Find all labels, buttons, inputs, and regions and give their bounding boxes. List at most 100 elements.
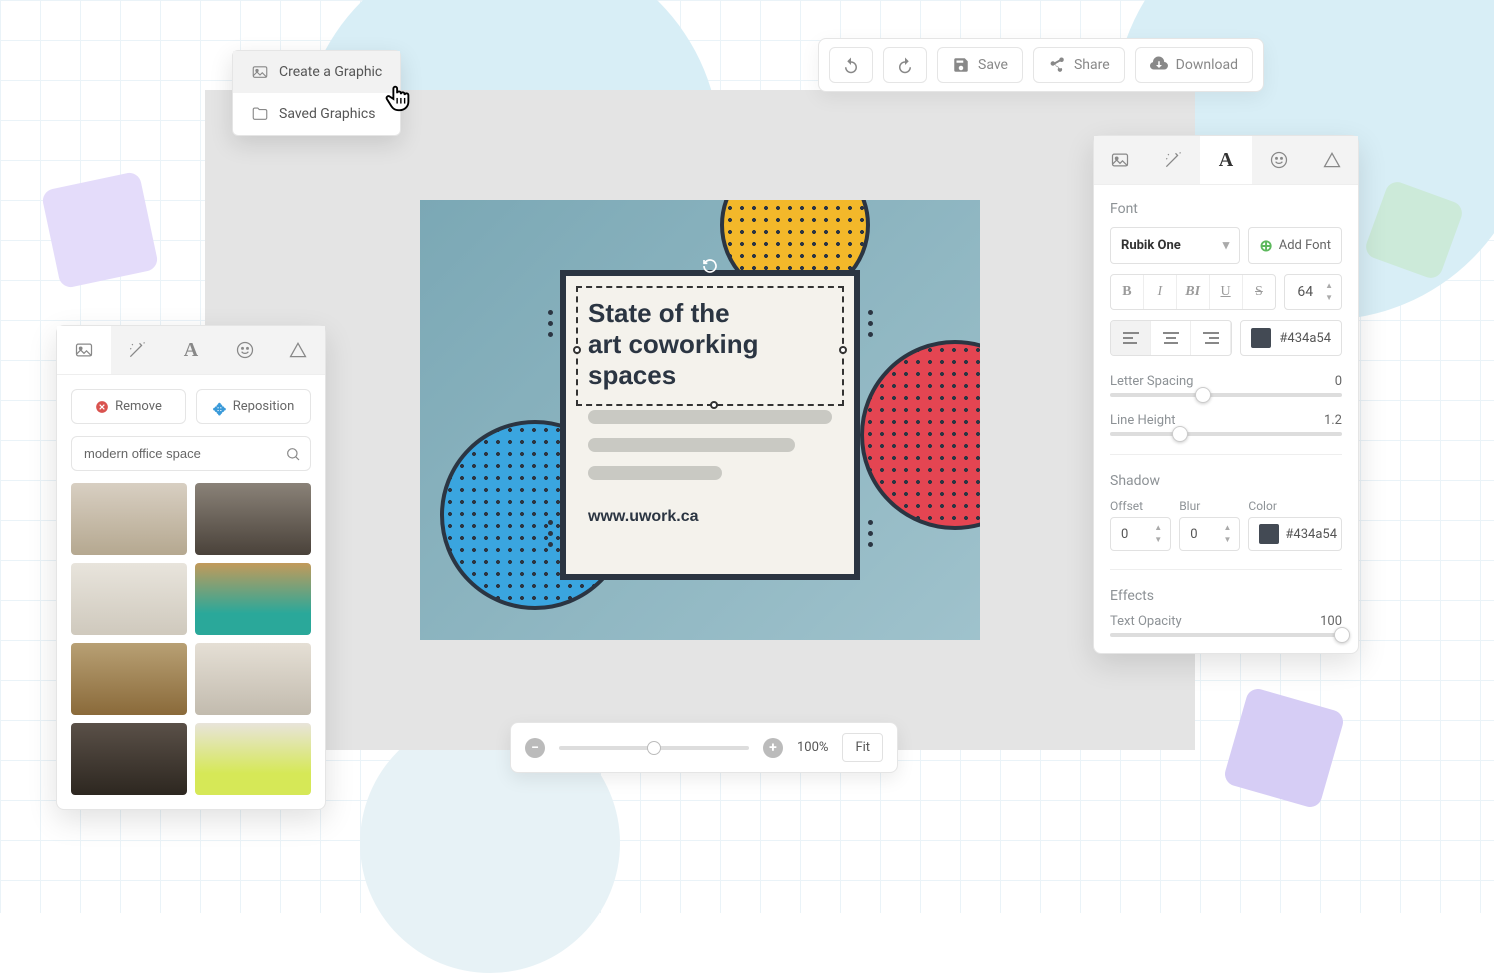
- underline-button[interactable]: U: [1210, 275, 1243, 309]
- letter-spacing-slider[interactable]: [1110, 393, 1342, 397]
- zoom-slider[interactable]: [559, 746, 749, 750]
- blur-label: Blur: [1179, 499, 1240, 513]
- reposition-button[interactable]: ✥ Reposition: [196, 389, 311, 424]
- undo-button[interactable]: [829, 47, 873, 83]
- url-text[interactable]: www.uwork.ca: [588, 508, 832, 526]
- text-color-picker[interactable]: #434a54: [1240, 320, 1342, 356]
- menu-saved-graphics[interactable]: Saved Graphics: [233, 93, 400, 135]
- fit-button[interactable]: Fit: [842, 733, 883, 762]
- add-font-button[interactable]: ⊕ Add Font: [1248, 227, 1342, 264]
- text-align-group: [1110, 320, 1232, 356]
- tab-images[interactable]: [1094, 136, 1147, 184]
- effects-section-label: Effects: [1110, 588, 1342, 604]
- share-button[interactable]: Share: [1033, 47, 1125, 83]
- shape-circle-red[interactable]: [860, 340, 980, 530]
- drag-dots[interactable]: [548, 310, 553, 337]
- drag-dots[interactable]: [868, 310, 873, 337]
- tab-emoji[interactable]: [218, 326, 272, 374]
- shadow-color-picker[interactable]: #434a54: [1248, 517, 1342, 551]
- smile-icon: [1269, 150, 1289, 170]
- step-down[interactable]: ▼: [1219, 534, 1235, 546]
- image-icon: [251, 63, 269, 81]
- zoom-out-button[interactable]: −: [525, 738, 545, 758]
- download-icon: [1150, 56, 1168, 74]
- right-panel: A Font Rubik One ▾ ⊕ Add Font B I BI U: [1093, 135, 1359, 654]
- image-thumb[interactable]: [195, 643, 311, 715]
- tab-text[interactable]: A: [1200, 136, 1253, 184]
- rotate-handle-icon[interactable]: [702, 258, 718, 274]
- tab-shapes[interactable]: [1305, 136, 1358, 184]
- image-grid: [71, 483, 311, 795]
- font-size-input[interactable]: 64 ▲▼: [1284, 274, 1342, 310]
- line-height-slider[interactable]: [1110, 432, 1342, 436]
- text-card[interactable]: State of the art coworking spaces www.uw…: [560, 270, 860, 580]
- image-thumb[interactable]: [195, 483, 311, 555]
- blur-input[interactable]: 0 ▲▼: [1179, 517, 1240, 551]
- plus-icon: ⊕: [1259, 236, 1272, 255]
- smile-icon: [235, 340, 255, 360]
- tab-text[interactable]: A: [164, 326, 218, 374]
- align-left-button[interactable]: [1111, 321, 1151, 355]
- graphics-menu: Create a Graphic Saved Graphics: [232, 50, 401, 136]
- chevron-down-icon: ▾: [1223, 238, 1230, 253]
- save-button[interactable]: Save: [937, 47, 1023, 83]
- opacity-slider[interactable]: [1110, 633, 1342, 637]
- drag-dots[interactable]: [868, 520, 873, 547]
- image-thumb[interactable]: [71, 563, 187, 635]
- image-thumb[interactable]: [195, 723, 311, 795]
- color-swatch: [1259, 524, 1279, 544]
- bold-italic-button[interactable]: BI: [1177, 275, 1210, 309]
- download-button[interactable]: Download: [1135, 47, 1253, 83]
- wand-icon: [127, 340, 147, 360]
- search-icon: [285, 446, 301, 462]
- image-icon: [74, 340, 94, 360]
- redo-button[interactable]: [883, 47, 927, 83]
- italic-button[interactable]: I: [1144, 275, 1177, 309]
- image-thumb[interactable]: [71, 723, 187, 795]
- wand-icon: [1163, 150, 1183, 170]
- step-up[interactable]: ▲: [1321, 280, 1337, 292]
- step-down[interactable]: ▼: [1321, 292, 1337, 304]
- offset-label: Offset: [1110, 499, 1171, 513]
- bold-button[interactable]: B: [1111, 275, 1144, 309]
- headline-text[interactable]: State of the art coworking spaces: [588, 298, 832, 392]
- strike-button[interactable]: S: [1243, 275, 1276, 309]
- left-panel-tabs: A: [57, 326, 325, 375]
- step-up[interactable]: ▲: [1150, 522, 1166, 534]
- align-right-button[interactable]: [1191, 321, 1231, 355]
- align-center-button[interactable]: [1151, 321, 1191, 355]
- divider: [1110, 454, 1342, 455]
- text-icon: A: [184, 339, 198, 362]
- undo-icon: [842, 56, 860, 74]
- canvas-frame: State of the art coworking spaces www.uw…: [205, 90, 1195, 750]
- design-canvas[interactable]: State of the art coworking spaces www.uw…: [420, 200, 980, 640]
- decor-square: [41, 171, 160, 290]
- step-up[interactable]: ▲: [1219, 522, 1235, 534]
- triangle-icon: [288, 340, 308, 360]
- move-icon: ✥: [213, 400, 227, 414]
- drag-dots[interactable]: [548, 520, 553, 547]
- left-panel: A Remove ✥ Reposition: [56, 325, 326, 810]
- tab-emoji[interactable]: [1252, 136, 1305, 184]
- cursor-icon: [384, 82, 414, 118]
- letter-spacing-label: Letter Spacing: [1110, 374, 1193, 389]
- tab-effects[interactable]: [1147, 136, 1200, 184]
- remove-button[interactable]: Remove: [71, 389, 186, 424]
- offset-input[interactable]: 0 ▲▼: [1110, 517, 1171, 551]
- font-family-select[interactable]: Rubik One ▾: [1110, 227, 1240, 264]
- step-down[interactable]: ▼: [1150, 534, 1166, 546]
- image-thumb[interactable]: [71, 643, 187, 715]
- triangle-icon: [1322, 150, 1342, 170]
- tab-shapes[interactable]: [271, 326, 325, 374]
- image-thumb[interactable]: [71, 483, 187, 555]
- menu-create-graphic[interactable]: Create a Graphic: [233, 51, 400, 93]
- tab-effects[interactable]: [111, 326, 165, 374]
- zoom-in-button[interactable]: +: [763, 738, 783, 758]
- font-section-label: Font: [1110, 201, 1342, 217]
- tab-images[interactable]: [57, 326, 111, 374]
- letter-spacing-value: 0: [1335, 374, 1342, 389]
- image-thumb[interactable]: [195, 563, 311, 635]
- redo-icon: [896, 56, 914, 74]
- zoom-toolbar: − + 100% Fit: [510, 722, 898, 773]
- search-input[interactable]: [71, 436, 311, 471]
